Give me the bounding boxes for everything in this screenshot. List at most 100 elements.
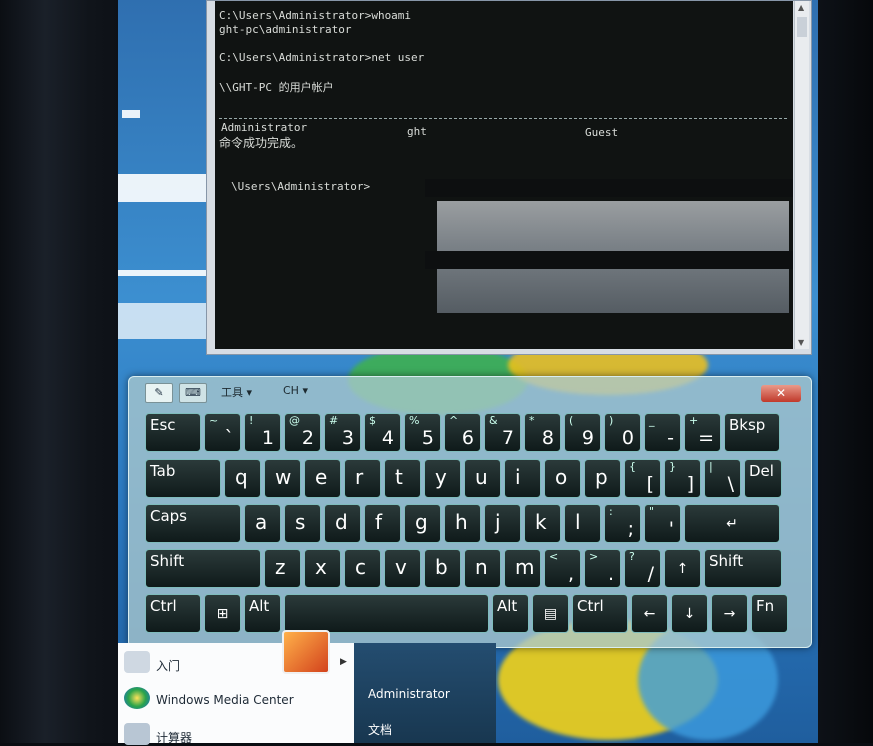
key-label: p	[595, 465, 608, 489]
key-shift[interactable]: Shift	[145, 549, 261, 588]
start-item-media-center[interactable]: Windows Media Center	[156, 693, 294, 707]
chevron-right-icon[interactable]: ▶	[340, 657, 347, 667]
key-/[interactable]: ? /	[624, 549, 661, 588]
key-2[interactable]: @2	[284, 413, 321, 452]
key-h[interactable]: h	[444, 504, 481, 543]
cmd-console[interactable]: C:\Users\Administrator>whoami ght-pc\admi…	[215, 1, 793, 349]
key-t[interactable]: t	[384, 459, 421, 498]
key-o[interactable]: o	[544, 459, 581, 498]
key-label: Ctrl	[577, 597, 604, 615]
scroll-down-icon[interactable]: ▼	[798, 338, 804, 347]
key-`[interactable]: ~ `	[204, 413, 241, 452]
key-1[interactable]: ! 1	[244, 413, 281, 452]
key-'[interactable]: " '	[644, 504, 681, 543]
key-3[interactable]: #3	[324, 413, 361, 452]
key-7[interactable]: & 7	[484, 413, 521, 452]
cmd-scrollbar[interactable]: ▲ ▼	[794, 1, 809, 349]
key-del[interactable]: Del	[744, 459, 782, 498]
key-.[interactable]: >.	[584, 549, 621, 588]
key-i[interactable]: i	[504, 459, 541, 498]
key-alt[interactable]: Alt	[244, 594, 281, 633]
key-label: 7	[501, 427, 514, 449]
key-v[interactable]: v	[384, 549, 421, 588]
key-\[interactable]: | \	[704, 459, 741, 498]
key-q[interactable]: q	[224, 459, 261, 498]
key-l[interactable]: l	[564, 504, 601, 543]
cmd-window: C:\Users\Administrator>whoami ght-pc\admi…	[206, 0, 812, 355]
key-fn[interactable]: Fn	[751, 594, 788, 633]
key-b[interactable]: b	[424, 549, 461, 588]
key-j[interactable]: j	[484, 504, 521, 543]
key-4[interactable]: $4	[364, 413, 401, 452]
keyboard-icon[interactable]: ⌨	[179, 383, 207, 403]
key-k[interactable]: k	[524, 504, 561, 543]
key-x[interactable]: x	[304, 549, 341, 588]
key-label: 9	[581, 427, 594, 449]
key-s[interactable]: s	[284, 504, 321, 543]
key-label: t	[395, 465, 403, 489]
key-tab[interactable]: Tab	[145, 459, 221, 498]
start-item-getting-started[interactable]: 入门	[156, 657, 180, 674]
key-alt[interactable]: Alt	[492, 594, 529, 633]
key-↓[interactable]: ↓	[671, 594, 708, 633]
start-item-user[interactable]: Administrator	[368, 687, 450, 701]
key-a[interactable]: a	[244, 504, 281, 543]
key-shift-label: _	[649, 414, 655, 427]
cmd-line: C:\Users\Administrator>net user	[219, 51, 425, 64]
key-y[interactable]: y	[424, 459, 461, 498]
key-][interactable]: }]	[664, 459, 701, 498]
cmd-success-message: 命令成功完成。	[219, 136, 304, 150]
account-ght: ght	[407, 125, 427, 138]
key-▤[interactable]: ▤	[532, 594, 569, 633]
key-m[interactable]: m	[504, 549, 541, 588]
key-⊞[interactable]: ⊞	[204, 594, 241, 633]
key-↑[interactable]: ↑	[664, 549, 701, 588]
key-shift[interactable]: Shift	[704, 549, 782, 588]
key-↵[interactable]: ↵	[684, 504, 780, 543]
handwriting-pad-icon[interactable]: ✎	[145, 383, 173, 403]
key-label: o	[555, 465, 568, 489]
key-ctrl[interactable]: Ctrl	[145, 594, 201, 633]
key-shift-label: {	[629, 460, 636, 473]
scroll-up-icon[interactable]: ▲	[798, 3, 804, 12]
scroll-thumb[interactable]	[797, 17, 807, 37]
key-;[interactable]: :;	[604, 504, 641, 543]
key-g[interactable]: g	[404, 504, 441, 543]
key-0[interactable]: ) 0	[604, 413, 641, 452]
key-d[interactable]: d	[324, 504, 361, 543]
key-r[interactable]: r	[344, 459, 381, 498]
key-e[interactable]: e	[304, 459, 341, 498]
key-6[interactable]: ^ 6	[444, 413, 481, 452]
key-5[interactable]: % 5	[404, 413, 441, 452]
key-=[interactable]: + =	[684, 413, 721, 452]
key-label: [	[646, 473, 654, 495]
key-space[interactable]	[284, 594, 489, 633]
key-p[interactable]: p	[584, 459, 621, 498]
key-bksp[interactable]: Bksp	[724, 413, 780, 452]
start-item-calculator[interactable]: 计算器	[156, 729, 192, 746]
key-u[interactable]: u	[464, 459, 501, 498]
key-label: q	[235, 465, 248, 489]
key-esc[interactable]: Esc	[145, 413, 201, 452]
close-icon[interactable]: ✕	[761, 385, 801, 402]
key-c[interactable]: c	[344, 549, 381, 588]
key-n[interactable]: n	[464, 549, 501, 588]
key-z[interactable]: z	[264, 549, 301, 588]
key-f[interactable]: f	[364, 504, 401, 543]
key-8[interactable]: * 8	[524, 413, 561, 452]
key-,[interactable]: <,	[544, 549, 581, 588]
key-w[interactable]: w	[264, 459, 301, 498]
key--[interactable]: _ -	[644, 413, 681, 452]
key-label: 1	[261, 427, 274, 449]
key-[[interactable]: {[	[624, 459, 661, 498]
key-caps[interactable]: Caps	[145, 504, 241, 543]
language-selector[interactable]: CH ▾	[283, 384, 308, 397]
key-label: .	[607, 563, 614, 585]
key-ctrl[interactable]: Ctrl	[572, 594, 628, 633]
key-9[interactable]: (9	[564, 413, 601, 452]
key-→[interactable]: →	[711, 594, 748, 633]
key-←[interactable]: ←	[631, 594, 668, 633]
tools-menu[interactable]: 工具 ▾	[221, 384, 252, 400]
start-item-documents[interactable]: 文档	[368, 721, 392, 738]
key-label: Del	[749, 462, 774, 480]
